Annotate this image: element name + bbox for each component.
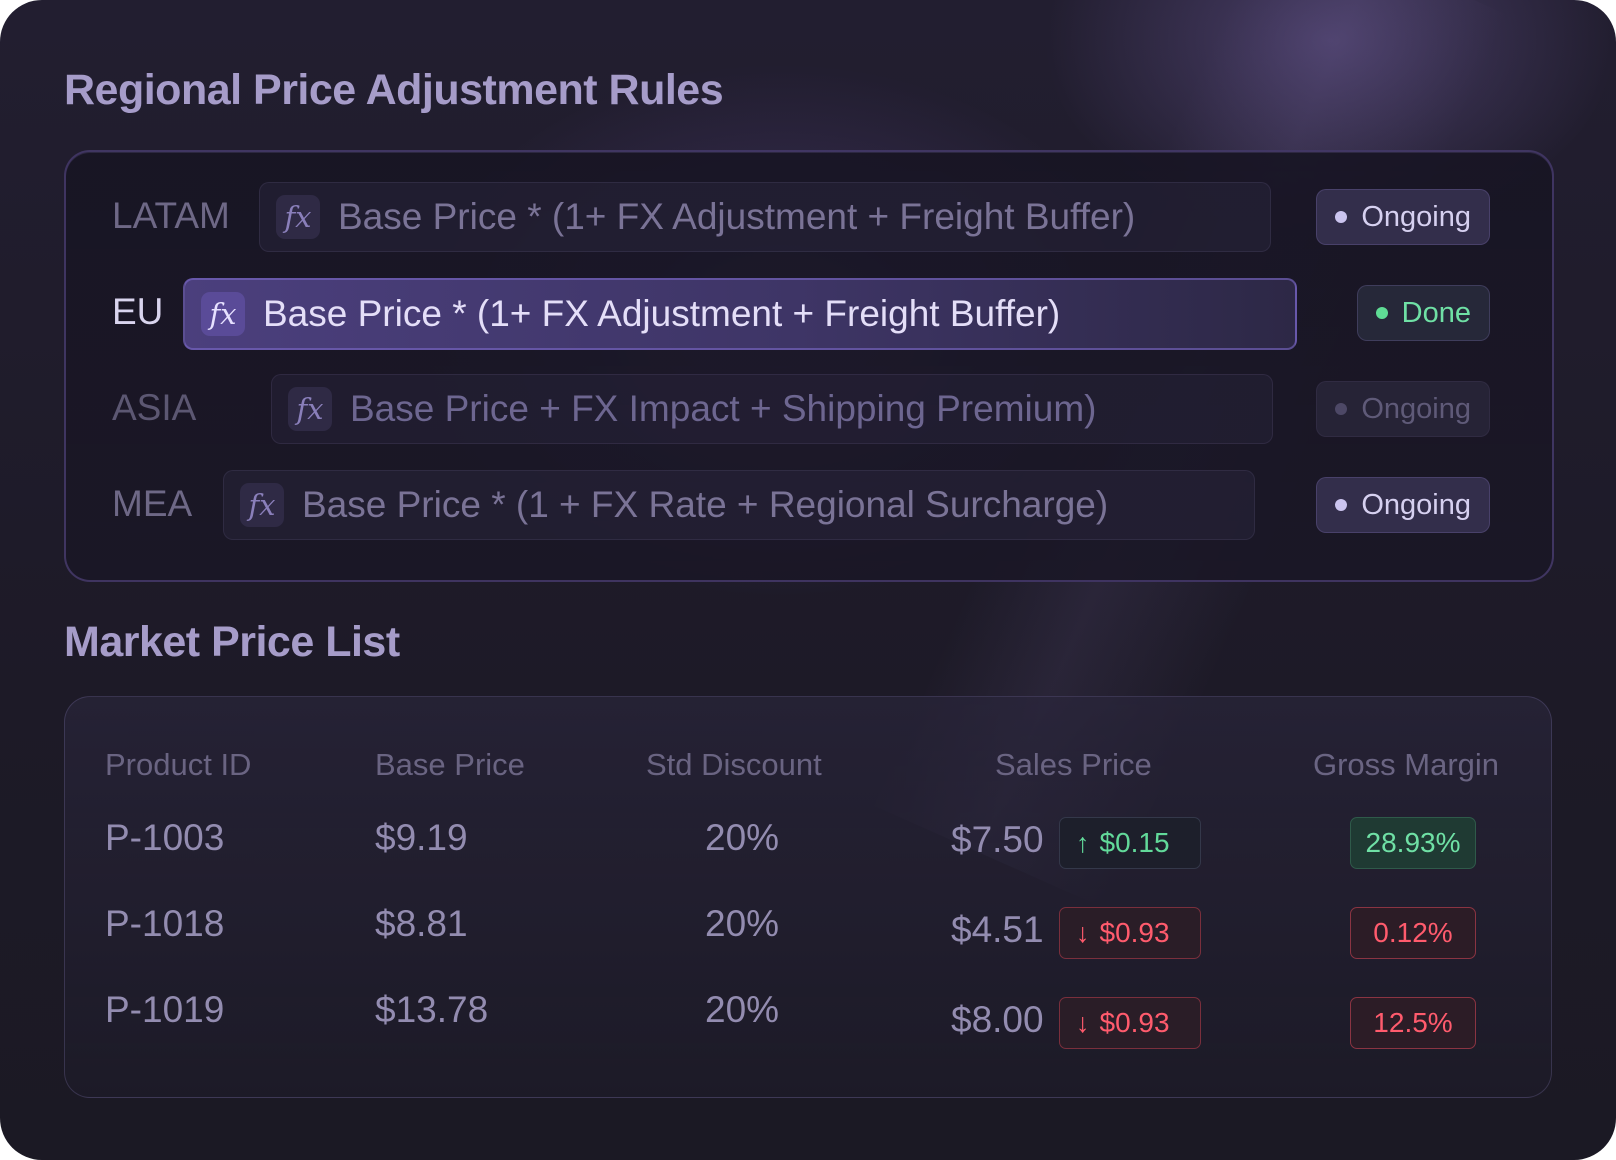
status-badge: Done [1356,285,1490,341]
arrow-down-icon: ↓ [1076,917,1090,948]
formula-field[interactable]: fx Base Price * (1 + FX Rate + Regional … [223,470,1255,540]
gross-margin-value: 28.93% [1365,827,1461,858]
arrow-down-icon: ↓ [1076,1007,1090,1038]
base-price-cell: $13.78 [375,989,489,1030]
region-label: MEA [112,483,193,524]
product-id-cell: P-1018 [105,903,225,944]
price-change-badge: ↓ $0.93 [1059,907,1201,959]
std-discount-cell: 20% [705,817,780,858]
region-label: EU [112,291,164,332]
column-header-product-id: Product ID [105,747,252,782]
price-table: Product ID Base Price Std Discount Sales… [64,696,1552,1098]
std-discount-cell: 20% [705,903,780,944]
column-header-std-discount: Std Discount [646,747,822,782]
price-change-value: $0.15 [1099,827,1170,858]
rule-row-mea[interactable]: MEA fx Base Price * (1 + FX Rate + Regio… [66,466,1552,542]
base-price-cell: $8.81 [375,903,468,944]
price-change-value: $0.93 [1099,917,1170,948]
formula-text: Base Price + FX Impact + Shipping Premiu… [350,388,1097,429]
status-label: Ongoing [1361,200,1471,233]
gross-margin-badge: 0.12% [1350,907,1476,959]
status-dot-icon [1375,307,1388,319]
status-label: Ongoing [1361,392,1471,425]
sales-price-cell: $7.50 [951,819,1044,860]
fx-icon: fx [240,483,284,527]
price-change-badge: ↓ $0.93 [1059,997,1201,1049]
gross-margin-badge: 28.93% [1350,817,1476,869]
column-header-sales-price: Sales Price [995,747,1152,782]
status-badge: Ongoing [1316,381,1490,437]
status-badge: Ongoing [1316,189,1490,245]
rule-row-asia[interactable]: ASIA fx Base Price + FX Impact + Shippin… [66,370,1552,446]
arrow-up-icon: ↑ [1076,827,1090,858]
pricing-card: Regional Price Adjustment Rules LATAM fx… [0,0,1616,1160]
status-label: Done [1401,296,1471,329]
gross-margin-badge: 12.5% [1350,997,1476,1049]
status-badge: Ongoing [1316,477,1490,533]
price-change-value: $0.93 [1099,1007,1170,1038]
sales-price-cell: $4.51 [951,909,1044,950]
product-id-cell: P-1003 [105,817,225,858]
fx-icon: fx [288,387,332,431]
formula-text: Base Price * (1 + FX Rate + Regional Sur… [302,484,1109,525]
product-id-cell: P-1019 [105,989,225,1030]
rule-row-eu[interactable]: EU fx Base Price * (1+ FX Adjustment + F… [66,274,1552,350]
status-label: Ongoing [1361,488,1471,521]
region-label: ASIA [112,387,197,428]
gross-margin-value: 12.5% [1373,1007,1453,1038]
fx-icon: fx [201,292,245,336]
formula-field[interactable]: fx Base Price * (1+ FX Adjustment + Frei… [183,278,1297,350]
rule-row-latam[interactable]: LATAM fx Base Price * (1+ FX Adjustment … [66,178,1552,254]
base-price-cell: $9.19 [375,817,468,858]
price-change-badge: ↑ $0.15 [1059,817,1201,869]
sales-price-cell: $8.00 [951,999,1044,1040]
status-dot-icon [1335,211,1348,223]
formula-field[interactable]: fx Base Price * (1+ FX Adjustment + Frei… [259,182,1271,252]
column-header-gross-margin: Gross Margin [1313,747,1500,782]
status-dot-icon [1335,499,1348,511]
status-dot-icon [1335,403,1348,415]
column-header-base-price: Base Price [375,747,525,782]
market-section-title: Market Price List [64,618,400,666]
fx-icon: fx [276,195,320,239]
rules-panel: LATAM fx Base Price * (1+ FX Adjustment … [64,150,1554,582]
formula-text: Base Price * (1+ FX Adjustment + Freight… [338,196,1136,237]
formula-text: Base Price * (1+ FX Adjustment + Freight… [263,293,1061,334]
std-discount-cell: 20% [705,989,780,1030]
gross-margin-value: 0.12% [1373,917,1453,948]
rules-section-title: Regional Price Adjustment Rules [64,66,724,114]
region-label: LATAM [112,195,230,236]
formula-field[interactable]: fx Base Price + FX Impact + Shipping Pre… [271,374,1273,444]
